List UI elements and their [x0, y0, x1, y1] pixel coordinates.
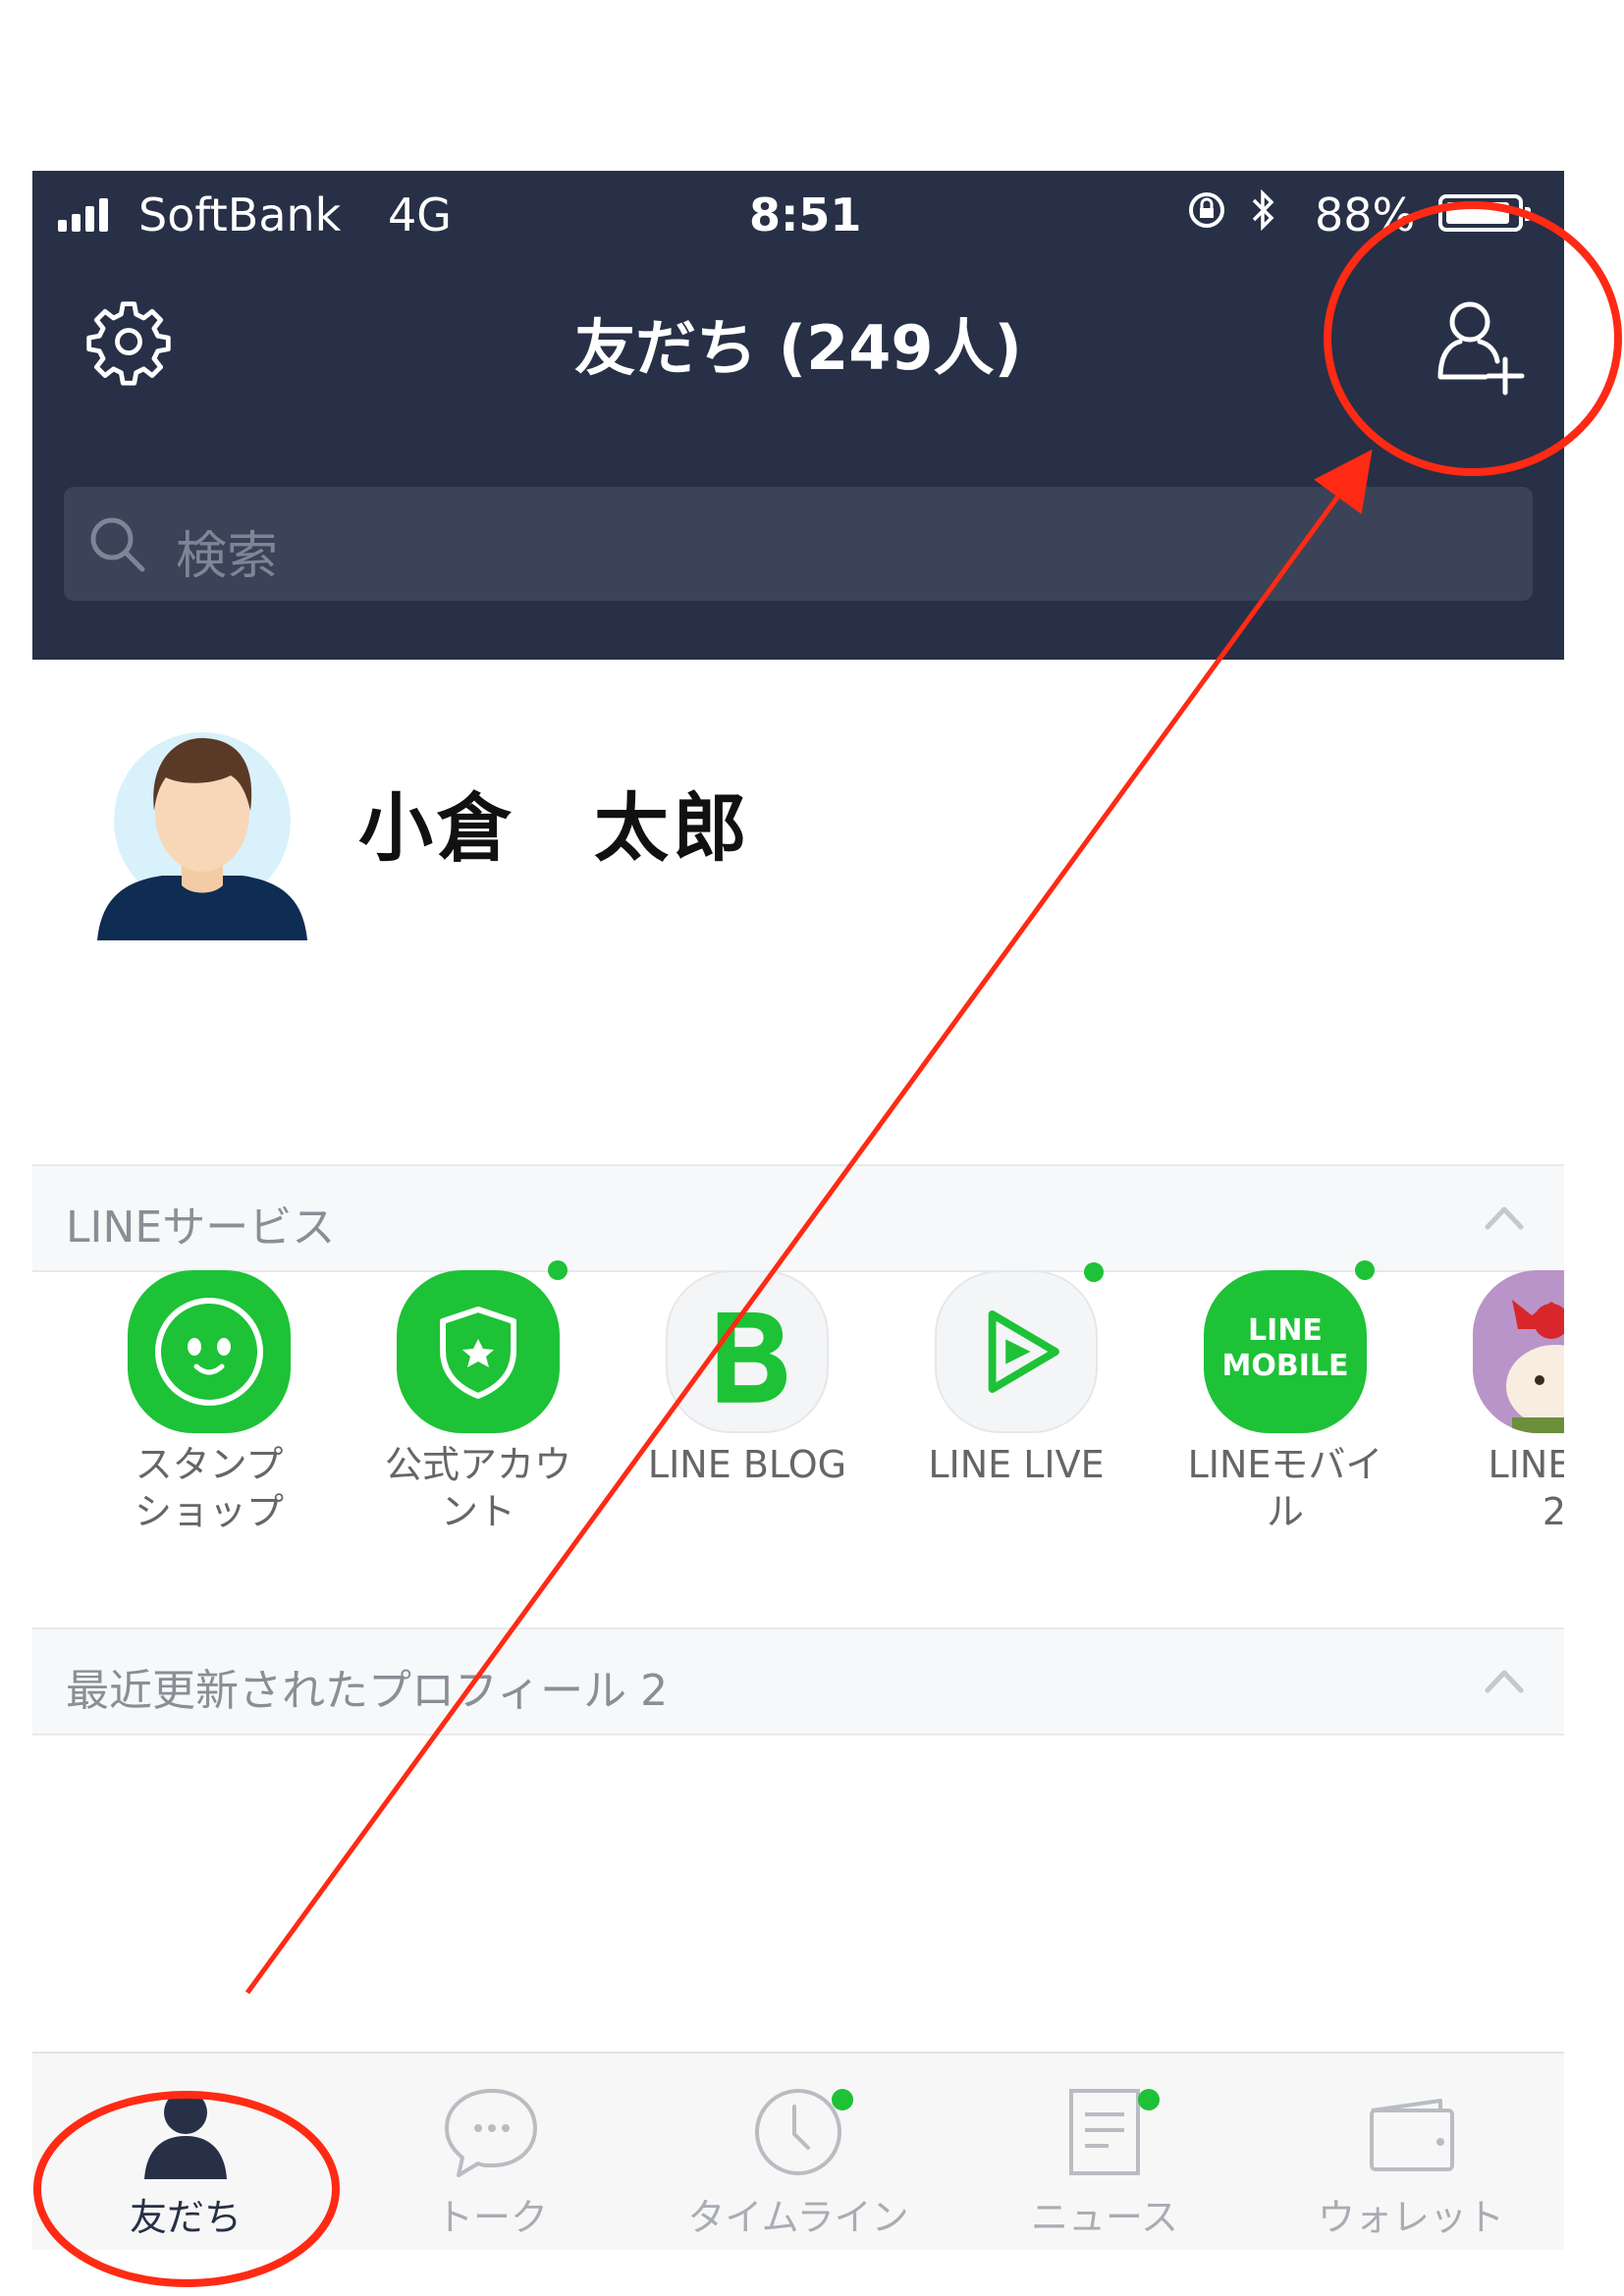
tab-label: ニュース	[1030, 2196, 1179, 2239]
tab-friends[interactable]: 友だち	[32, 2054, 339, 2250]
phone-screen: SoftBank 4G 8:51 88% 友だち (249人) 検索 小倉 太郎…	[32, 171, 1564, 2250]
new-badge	[1355, 1260, 1375, 1280]
service-line-live[interactable]: LINE LIVE	[889, 1262, 1144, 1488]
tab-label: ウォレット	[1317, 2196, 1504, 2239]
profile-name: 小倉 太郎	[358, 784, 751, 872]
service-label: LINE LIVE	[928, 1443, 1105, 1486]
section-label: LINEサービス	[66, 1202, 336, 1253]
status-icons	[1187, 188, 1277, 232]
battery-icon	[1438, 194, 1531, 232]
new-badge	[1138, 2089, 1160, 2110]
page-title: 友だち (249人)	[574, 312, 1022, 384]
new-badge	[1084, 1262, 1104, 1282]
tab-label: トーク	[435, 2196, 548, 2239]
signal-icon	[58, 196, 108, 232]
sticker-shop-icon	[128, 1270, 291, 1433]
official-account-icon	[397, 1260, 568, 1433]
tab-bar: 友だち トーク タイムライン ニュース ウォレット	[32, 2052, 1564, 2250]
services-row: スタンプ ショップ 公式アカウ ント LINE BLOG LINE LIVE L…	[32, 1260, 1564, 1624]
tab-news[interactable]: ニュース	[951, 2054, 1258, 2250]
service-official-account[interactable]: 公式アカウ ント	[351, 1260, 606, 1535]
service-label: LINE BLOG	[647, 1443, 847, 1486]
add-friend-icon[interactable]	[1419, 287, 1537, 404]
section-recent-profiles[interactable]: 最近更新されたプロフィール 2	[32, 1628, 1564, 1735]
line-mobile-icon-text: LINE MOBILE	[1221, 1313, 1349, 1383]
tab-wallet[interactable]: ウォレット	[1258, 2054, 1564, 2250]
service-label: 公式アカウ ント	[384, 1443, 571, 1533]
service-line-mobile[interactable]: LINE MOBILE LINEモバイ ル	[1158, 1260, 1413, 1535]
person-icon	[136, 2083, 235, 2181]
bluetooth-icon	[1252, 188, 1274, 232]
search-input[interactable]: 検索	[64, 487, 1533, 601]
avatar[interactable]	[91, 719, 313, 940]
service-sticker-shop[interactable]: スタンプ ショップ	[81, 1270, 337, 1535]
chevron-up-icon[interactable]	[1484, 1665, 1525, 1694]
line-live-icon	[935, 1262, 1104, 1433]
service-label: LINEモバイ ル	[1187, 1443, 1383, 1533]
orientation-lock-icon	[1189, 192, 1224, 228]
search-placeholder: 検索	[176, 527, 279, 586]
section-label: 最近更新されたプロフィール 2	[66, 1666, 669, 1716]
clock-icon	[749, 2083, 853, 2181]
chevron-up-icon[interactable]	[1484, 1201, 1525, 1231]
service-label: スタンプ ショップ	[134, 1443, 284, 1533]
tab-timeline[interactable]: タイムライン	[645, 2054, 951, 2250]
tab-talk[interactable]: トーク	[339, 2054, 645, 2250]
tab-label: タイムライン	[687, 2196, 909, 2239]
service-line-blog[interactable]: LINE BLOG	[620, 1270, 875, 1488]
status-bar: SoftBank 4G 8:51 88%	[32, 171, 1564, 259]
new-badge	[832, 2089, 853, 2110]
search-icon	[90, 517, 145, 572]
service-label: LINE バ 2	[1488, 1443, 1564, 1533]
line-mobile-icon: LINE MOBILE	[1204, 1260, 1375, 1433]
my-profile[interactable]: 小倉 太郎	[32, 660, 1564, 1164]
battery-percent: 88%	[1315, 188, 1416, 241]
line-game-icon	[1473, 1270, 1564, 1433]
header: SoftBank 4G 8:51 88% 友だち (249人) 検索	[32, 171, 1564, 660]
news-icon	[1056, 2083, 1160, 2181]
chat-bubble-icon	[443, 2083, 541, 2181]
status-time: 8:51	[749, 188, 862, 241]
line-blog-icon	[666, 1270, 829, 1433]
new-badge	[548, 1260, 568, 1280]
wallet-icon	[1362, 2083, 1460, 2181]
network-label: 4G	[388, 188, 452, 241]
tab-label: 友だち	[129, 2196, 242, 2239]
carrier-label: SoftBank	[138, 188, 342, 241]
section-line-services[interactable]: LINEサービス	[32, 1164, 1564, 1272]
service-line-game[interactable]: LINE バ 2	[1427, 1270, 1564, 1535]
